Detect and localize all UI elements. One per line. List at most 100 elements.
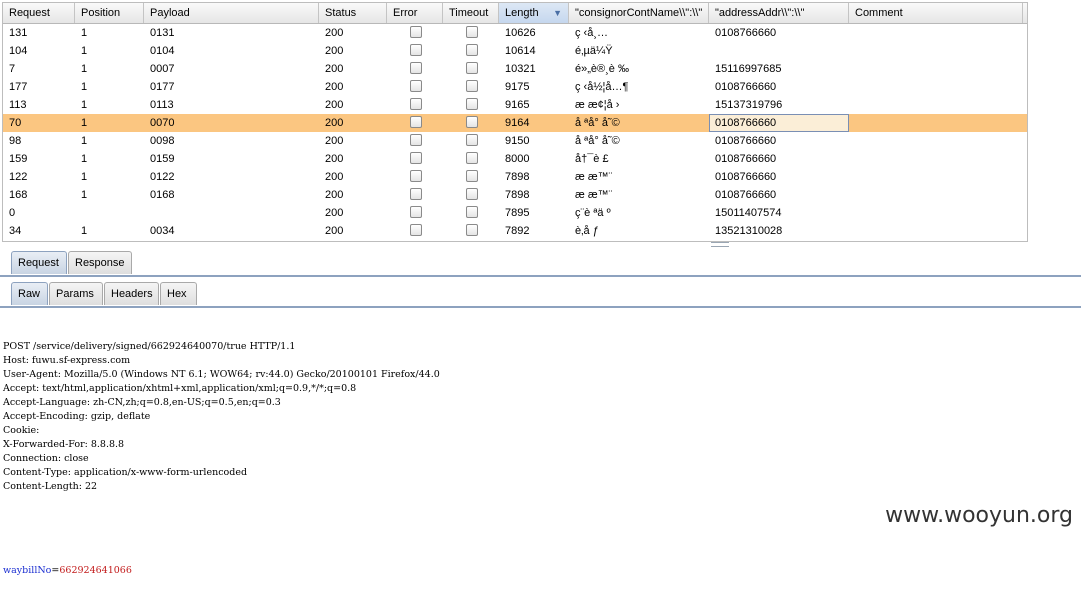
cell-length: 10614	[505, 45, 536, 57]
message-tabbar: Request Response	[0, 251, 1081, 277]
view-tabbar: Raw Params Headers Hex	[0, 282, 1081, 308]
cell-consignor: å ªå° å˜©	[575, 135, 620, 147]
table-row[interactable]: 122 1 0122 200 7898 æ æ™¨ 0108766660	[3, 168, 1027, 186]
error-checkbox[interactable]	[410, 188, 422, 201]
body-param-value: 662924641066	[59, 565, 132, 576]
timeout-checkbox-cell	[443, 150, 499, 168]
watermark: www.wooyun.org	[885, 503, 1073, 528]
error-checkbox[interactable]	[410, 80, 422, 93]
raw-blank-line	[3, 522, 440, 536]
timeout-checkbox[interactable]	[466, 152, 478, 165]
error-checkbox[interactable]	[410, 62, 422, 75]
cell-address: 13521310028	[715, 225, 783, 237]
header-label: "addressAddr\\":\\"	[715, 7, 805, 19]
cell-status: 200	[325, 81, 344, 93]
cell-position: 1	[81, 225, 88, 237]
cell-address: 0108766660	[715, 135, 777, 147]
timeout-checkbox[interactable]	[466, 26, 478, 39]
header-position[interactable]: Position	[75, 3, 144, 23]
error-checkbox-cell	[387, 150, 443, 168]
cell-position: 1	[81, 135, 88, 147]
timeout-checkbox-cell	[443, 222, 499, 240]
table-row[interactable]: 159 1 0159 200 8000 å†¯è £ 0108766660	[3, 150, 1027, 168]
tab-params[interactable]: Params	[49, 282, 103, 305]
timeout-checkbox[interactable]	[466, 134, 478, 147]
cell-length: 10321	[505, 63, 536, 75]
cell-address: 15011407574	[715, 207, 782, 219]
timeout-checkbox-cell	[443, 42, 499, 60]
cell-comment	[849, 186, 1023, 204]
error-checkbox-cell	[387, 204, 443, 222]
table-row[interactable]: 168 1 0168 200 7898 æ æ™¨ 0108766660	[3, 186, 1027, 204]
cell-comment	[849, 132, 1023, 150]
error-checkbox[interactable]	[410, 44, 422, 57]
cell-consignor: ç¨è ªä º	[575, 207, 611, 219]
header-label: Timeout	[449, 7, 489, 19]
raw-line: POST /service/delivery/signed/6629246400…	[3, 341, 296, 352]
header-request[interactable]: Request	[3, 3, 75, 23]
timeout-checkbox[interactable]	[466, 80, 478, 93]
error-checkbox[interactable]	[410, 134, 422, 147]
cell-status: 200	[325, 225, 344, 237]
timeout-checkbox[interactable]	[466, 206, 478, 219]
cell-payload: 0104	[150, 45, 175, 57]
cell-payload: 0177	[150, 81, 175, 93]
cell-address: 0108766660	[715, 189, 777, 201]
header-payload[interactable]: Payload	[144, 3, 319, 23]
header-address[interactable]: "addressAddr\\":\\"	[709, 3, 849, 23]
cell-consignor: è‚å ƒ	[575, 225, 599, 237]
timeout-checkbox[interactable]	[466, 98, 478, 111]
tab-hex[interactable]: Hex	[160, 282, 197, 305]
header-status[interactable]: Status	[319, 3, 387, 23]
raw-request-editor[interactable]: POST /service/delivery/signed/6629246400…	[3, 312, 440, 592]
tab-request[interactable]: Request	[11, 251, 67, 274]
header-timeout[interactable]: Timeout	[443, 3, 499, 23]
cell-status: 200	[325, 171, 344, 183]
table-row[interactable]: 7 1 0007 200 10321 é»„è®¸è ‰ 15116997685	[3, 60, 1027, 78]
error-checkbox[interactable]	[410, 116, 422, 129]
timeout-checkbox[interactable]	[466, 116, 478, 129]
timeout-checkbox-cell	[443, 132, 499, 150]
cell-length: 9164	[505, 117, 530, 129]
table-row[interactable]: 0 200 7895 ç¨è ªä º 15011407574	[3, 204, 1027, 222]
error-checkbox[interactable]	[410, 170, 422, 183]
cell-length: 10626	[505, 27, 536, 39]
tab-raw[interactable]: Raw	[11, 282, 48, 305]
cell-consignor: æ æ™¨	[575, 171, 613, 183]
error-checkbox[interactable]	[410, 206, 422, 219]
error-checkbox[interactable]	[410, 152, 422, 165]
error-checkbox[interactable]	[410, 26, 422, 39]
cell-address: 0108766660	[715, 81, 777, 93]
header-length[interactable]: Length ▼	[499, 3, 569, 23]
table-row[interactable]: 34 1 0034 200 7892 è‚å ƒ 13521310028	[3, 222, 1027, 240]
cell-comment	[849, 222, 1023, 240]
error-checkbox[interactable]	[410, 224, 422, 237]
error-checkbox-cell	[387, 186, 443, 204]
raw-line: Accept: text/html,application/xhtml+xml,…	[3, 383, 357, 394]
table-row[interactable]: 98 1 0098 200 9150 å ªå° å˜© 0108766660	[3, 132, 1027, 150]
cell-length: 9175	[505, 81, 530, 93]
timeout-checkbox[interactable]	[466, 62, 478, 75]
cell-position: 1	[81, 153, 88, 165]
cell-comment	[849, 150, 1023, 168]
table-row[interactable]: 113 1 0113 200 9165 æ æ¢¦å › 15137319796	[3, 96, 1027, 114]
timeout-checkbox[interactable]	[466, 44, 478, 57]
cell-length: 8000	[505, 153, 530, 165]
tab-headers[interactable]: Headers	[104, 282, 159, 305]
timeout-checkbox[interactable]	[466, 170, 478, 183]
cell-position: 1	[81, 81, 88, 93]
table-row[interactable]: 104 1 0104 200 10614 é‚µä¼Ÿ	[3, 42, 1027, 60]
pane-splitter[interactable]	[711, 242, 729, 247]
cell-request: 122	[9, 171, 28, 183]
error-checkbox[interactable]	[410, 98, 422, 111]
header-comment[interactable]: Comment	[849, 3, 1023, 23]
header-error[interactable]: Error	[387, 3, 443, 23]
table-row[interactable]: 70 1 0070 200 9164 å ªå° å˜© 0108766660	[3, 114, 1027, 132]
table-row[interactable]: 131 1 0131 200 10626 ç ‹å¸… 0108766660	[3, 24, 1027, 42]
tab-response[interactable]: Response	[68, 251, 132, 274]
table-row[interactable]: 177 1 0177 200 9175 ç ‹å½¦å…¶ 0108766660	[3, 78, 1027, 96]
timeout-checkbox[interactable]	[466, 224, 478, 237]
cell-status: 200	[325, 27, 344, 39]
header-consignor[interactable]: "consignorContName\\":\\"	[569, 3, 709, 23]
timeout-checkbox[interactable]	[466, 188, 478, 201]
